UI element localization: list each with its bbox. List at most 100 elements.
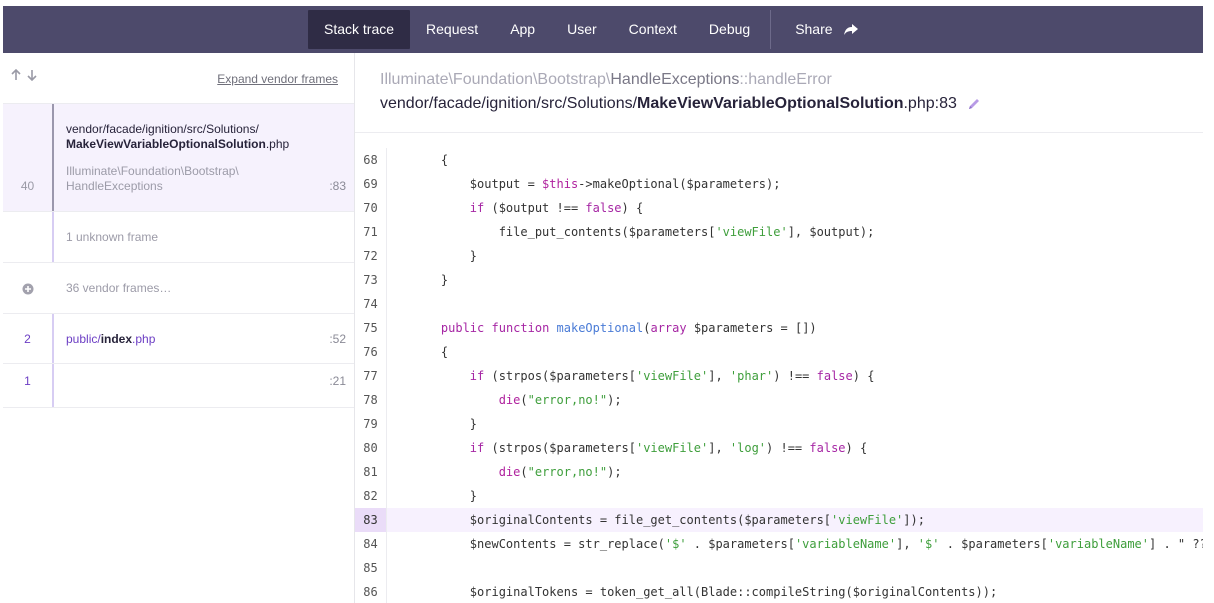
- code-text: {: [412, 153, 449, 167]
- code-line: 80 if (strpos($parameters['viewFile'], '…: [355, 436, 1203, 460]
- stack-frame-40[interactable]: 40 vendor/facade/ignition/src/Solutions/…: [3, 104, 354, 212]
- frame-path-file: MakeViewVariableOptionalSolution.php: [66, 137, 346, 152]
- frame-line: :52: [329, 332, 346, 346]
- plus-circle-icon: [22, 283, 34, 295]
- frame-number: 1: [24, 374, 31, 388]
- line-number[interactable]: 76: [355, 340, 387, 364]
- code-text: }: [412, 273, 449, 287]
- code-text: die("error,no!");: [498, 393, 622, 407]
- file-ext-line: .php:83: [903, 95, 957, 112]
- pencil-icon[interactable]: [967, 97, 981, 111]
- line-number[interactable]: 75: [355, 316, 387, 340]
- frame-line: :21: [329, 374, 346, 388]
- code-line: 83 $originalContents = file_get_contents…: [355, 508, 1203, 532]
- frame-number: 40: [20, 179, 35, 193]
- code-text: if (strpos($parameters['viewFile'], 'log…: [469, 441, 868, 455]
- code-text: file_put_contents($parameters['viewFile'…: [412, 225, 875, 239]
- code-text: $output = $this->makeOptional($parameter…: [412, 177, 781, 191]
- frame-details: vendor/facade/ignition/src/Solutions/ Ma…: [66, 122, 346, 194]
- code-line: 86 $originalTokens = token_get_all(Blade…: [355, 580, 1203, 603]
- tab-user[interactable]: User: [551, 10, 613, 49]
- vendor-frames-label: 36 vendor frames…: [66, 281, 172, 295]
- code-line: 72 }: [355, 244, 1203, 268]
- line-number[interactable]: 78: [355, 388, 387, 412]
- frame-navigation: [10, 69, 38, 81]
- frame-file-bold: MakeViewVariableOptionalSolution: [66, 137, 266, 151]
- vendor-frames-row[interactable]: 36 vendor frames…: [3, 263, 354, 314]
- file-path: vendor/facade/ignition/src/Solutions/Mak…: [380, 95, 981, 113]
- line-number[interactable]: 81: [355, 460, 387, 484]
- code-line: 78 die("error,no!");: [355, 388, 1203, 412]
- share-button[interactable]: Share: [771, 10, 874, 49]
- nav-tabs: Stack trace Request App User Context Deb…: [308, 10, 875, 49]
- line-number[interactable]: 82: [355, 484, 387, 508]
- line-number[interactable]: 79: [355, 412, 387, 436]
- frame-file-bold: index: [100, 332, 133, 346]
- frame-class-namespace: Illuminate\Foundation\Bootstrap\: [66, 164, 239, 178]
- code-line: 85: [355, 556, 1203, 580]
- code-line: 75 public function makeOptional(array $p…: [355, 316, 1203, 340]
- line-number[interactable]: 73: [355, 268, 387, 292]
- code-text: die("error,no!");: [498, 465, 622, 479]
- arrow-down-icon[interactable]: [26, 69, 38, 81]
- tab-stack-trace[interactable]: Stack trace: [308, 10, 411, 49]
- code-text: public function makeOptional(array $para…: [440, 321, 817, 335]
- frame-bar: [52, 104, 54, 211]
- line-number[interactable]: 83: [355, 508, 387, 532]
- sidebar-header: Expand vendor frames: [3, 53, 354, 104]
- line-number[interactable]: 80: [355, 436, 387, 460]
- share-icon: [843, 23, 858, 35]
- code-line: 82 }: [355, 484, 1203, 508]
- stack-frame-1[interactable]: 1 :21: [3, 364, 354, 408]
- frame-bar: [52, 212, 54, 262]
- method-name: ::handleError: [739, 71, 832, 88]
- frame-path-dir: vendor/facade/ignition/src/Solutions/: [66, 122, 259, 136]
- expand-vendor-frames-link[interactable]: Expand vendor frames: [217, 72, 338, 86]
- frame-file-ext: .php: [132, 332, 156, 346]
- line-number[interactable]: 71: [355, 220, 387, 244]
- line-number[interactable]: 77: [355, 364, 387, 388]
- line-number[interactable]: 70: [355, 196, 387, 220]
- code-line: 68 {: [355, 148, 1203, 172]
- line-number[interactable]: 68: [355, 148, 387, 172]
- code-text: }: [412, 417, 478, 431]
- frame-class-name: HandleExceptions: [66, 179, 163, 193]
- unknown-frame-label: 1 unknown frame: [66, 230, 159, 244]
- tab-context[interactable]: Context: [613, 10, 693, 49]
- frame-path-dir: public/: [66, 332, 101, 346]
- code-line: 81 die("error,no!");: [355, 460, 1203, 484]
- line-number[interactable]: 84: [355, 532, 387, 556]
- code-text: $originalTokens = token_get_all(Blade::c…: [412, 585, 998, 599]
- unknown-frame-row[interactable]: 1 unknown frame: [3, 212, 354, 263]
- arrow-up-icon[interactable]: [10, 69, 22, 81]
- class-namespace: Illuminate\Foundation\Bootstrap\: [380, 71, 611, 88]
- file-dir: vendor/facade/ignition/src/Solutions/: [380, 95, 638, 112]
- code-line: 77 if (strpos($parameters['viewFile'], '…: [355, 364, 1203, 388]
- stack-sidebar: Expand vendor frames 40 vendor/facade/ig…: [3, 53, 355, 603]
- tab-debug[interactable]: Debug: [693, 10, 766, 49]
- line-number[interactable]: 86: [355, 580, 387, 603]
- frame-bar: [52, 314, 54, 363]
- code-snippet: 68 {69 $output = $this->makeOptional($pa…: [355, 148, 1203, 603]
- top-navbar: Stack trace Request App User Context Deb…: [3, 6, 1203, 53]
- tab-app[interactable]: App: [494, 10, 551, 49]
- code-text: $originalContents = file_get_contents($p…: [412, 513, 925, 527]
- line-number[interactable]: 72: [355, 244, 387, 268]
- code-line: 70 if ($output !== false) {: [355, 196, 1203, 220]
- exception-class: Illuminate\Foundation\Bootstrap\HandleEx…: [380, 71, 832, 89]
- code-line: 69 $output = $this->makeOptional($parame…: [355, 172, 1203, 196]
- line-number[interactable]: 74: [355, 292, 387, 316]
- line-number[interactable]: 85: [355, 556, 387, 580]
- frame-line: :83: [329, 179, 346, 193]
- tab-request[interactable]: Request: [410, 10, 494, 49]
- code-line: 79 }: [355, 412, 1203, 436]
- code-text: if ($output !== false) {: [469, 201, 644, 215]
- line-number[interactable]: 69: [355, 172, 387, 196]
- stack-frame-2[interactable]: 2 public/index.php :52: [3, 314, 354, 364]
- code-text: $newContents = str_replace('$' . $parame…: [412, 537, 1203, 551]
- error-page: Stack trace Request App User Context Deb…: [3, 6, 1203, 603]
- frame-bar: [52, 364, 54, 407]
- code-header: Illuminate\Foundation\Bootstrap\HandleEx…: [355, 53, 1203, 133]
